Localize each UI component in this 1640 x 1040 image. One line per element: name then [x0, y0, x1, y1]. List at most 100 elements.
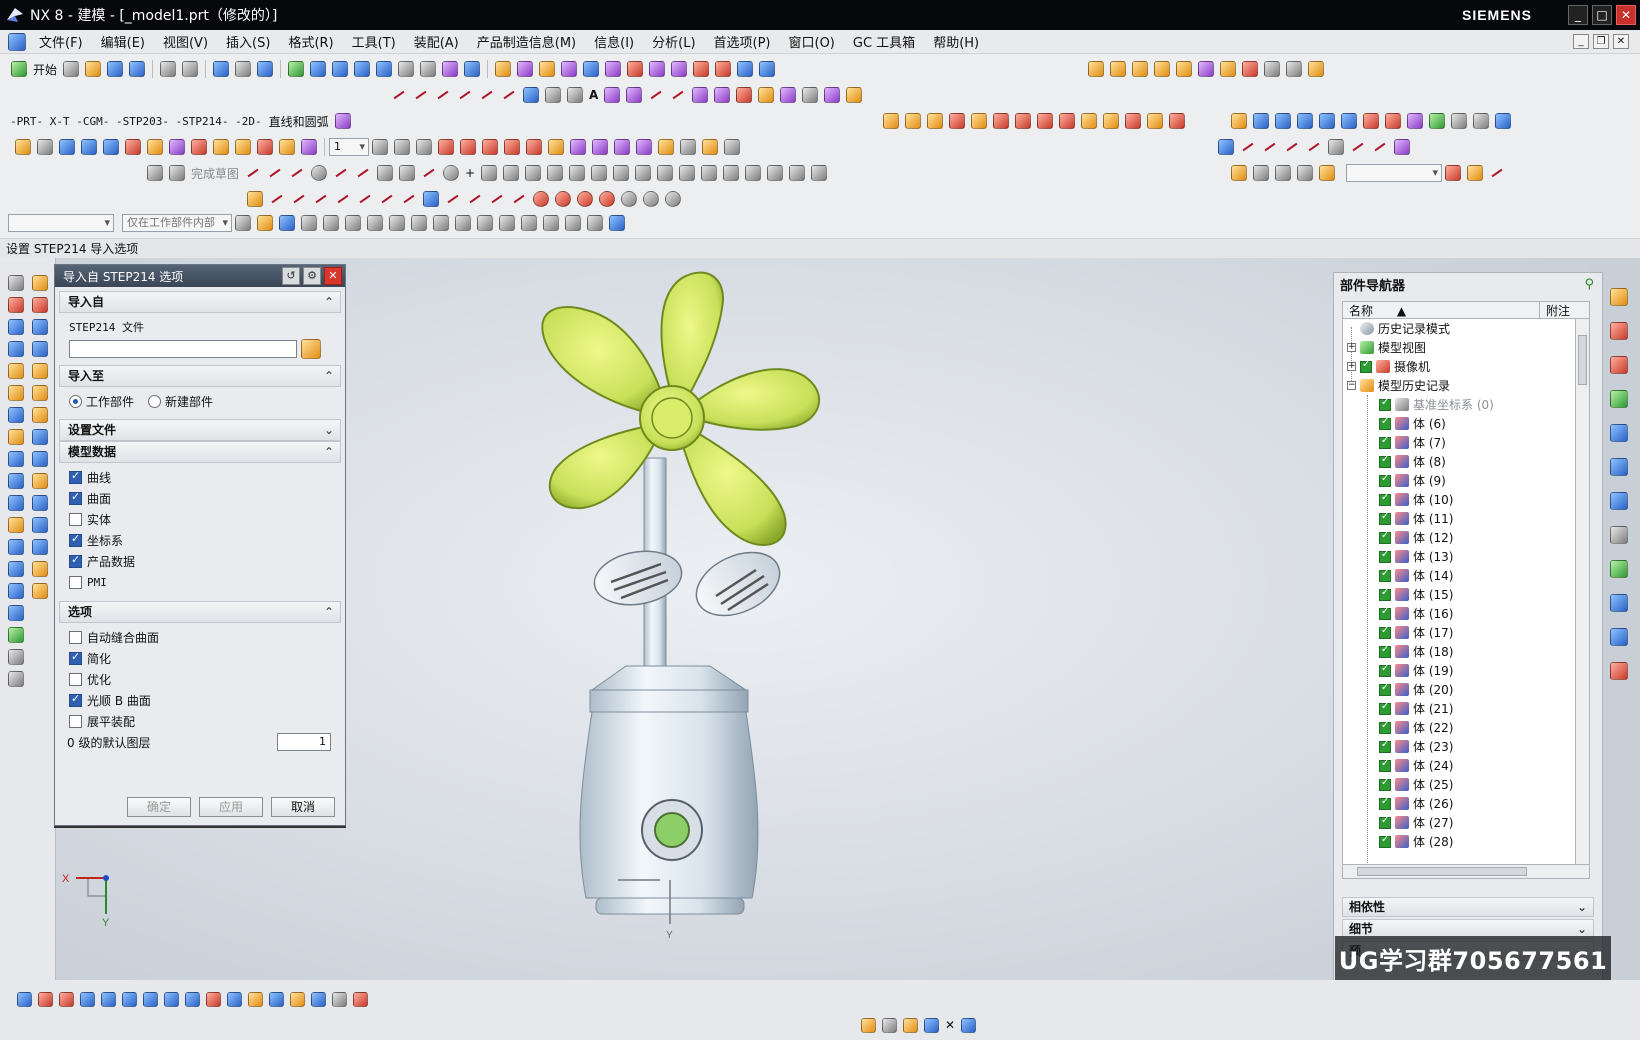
fit-curve-icon[interactable]	[489, 191, 505, 207]
bottom-tool-10-icon[interactable]	[206, 991, 221, 1007]
simplify-checkbox[interactable]	[69, 650, 82, 665]
pad-icon[interactable]	[627, 61, 644, 77]
join-curve-icon[interactable]	[511, 191, 527, 207]
section-import-from[interactable]: 导入自 ⌃	[59, 291, 341, 313]
visibility-checkbox[interactable]	[1379, 473, 1391, 487]
sketch-view-icon[interactable]	[1445, 165, 1461, 181]
divide-curve-icon[interactable]	[335, 191, 351, 207]
bottom-tool-15-icon[interactable]	[311, 991, 326, 1007]
snap-end-icon[interactable]	[389, 215, 405, 231]
collapse-icon[interactable]: ⌃	[324, 366, 334, 386]
orient-view-icon[interactable]	[442, 61, 459, 77]
visibility-checkbox[interactable]	[1379, 416, 1391, 430]
datum-plane-icon[interactable]	[523, 87, 539, 103]
layer-settings-icon[interactable]	[372, 139, 388, 155]
plane-icon[interactable]	[665, 191, 681, 207]
quick-trim-icon[interactable]	[591, 165, 608, 181]
left-tool-17-icon[interactable]	[8, 627, 24, 643]
close-button[interactable]: ✕	[1616, 5, 1636, 25]
point-icon[interactable]	[479, 87, 495, 103]
constraint-icon[interactable]	[1242, 61, 1258, 77]
reset-icon[interactable]: ↺	[282, 267, 300, 285]
fillet-icon[interactable]	[333, 165, 349, 181]
render-style-icon[interactable]	[420, 61, 437, 77]
sketch-group-icon[interactable]	[1231, 165, 1247, 181]
pattern-face-icon[interactable]	[1103, 113, 1119, 129]
copy-icon[interactable]	[235, 61, 252, 77]
tree-item[interactable]: 体 (19)	[1379, 661, 1453, 680]
constrain-face-icon[interactable]	[1125, 113, 1141, 129]
import-filter-text[interactable]: -PRT- X-T -CGM- -STP203- -STP214- -2D-	[10, 115, 262, 128]
tree-item[interactable]: 体 (14)	[1379, 566, 1453, 585]
tree-item[interactable]: − 模型历史记录	[1347, 376, 1450, 395]
collapse-icon[interactable]: ⌃	[324, 602, 334, 622]
assembly-navigator-icon[interactable]	[1610, 288, 1628, 306]
sketch-arc-icon[interactable]	[289, 165, 305, 181]
doc-minimize-button[interactable]: _	[1573, 34, 1589, 49]
explode-icon[interactable]	[1198, 61, 1214, 77]
visibility-checkbox[interactable]	[1379, 492, 1391, 506]
bottom-tool-21-icon[interactable]	[924, 1017, 939, 1033]
arc-icon[interactable]	[435, 87, 451, 103]
bottom-tool-22-icon[interactable]	[961, 1017, 977, 1033]
paste-icon[interactable]	[257, 61, 274, 77]
snap-intersection-icon[interactable]	[455, 215, 471, 231]
tree-item[interactable]: 体 (20)	[1379, 680, 1453, 699]
intersect-icon[interactable]	[737, 61, 754, 77]
section-curve-icon[interactable]	[714, 87, 731, 103]
hole-icon[interactable]	[561, 61, 578, 77]
point-set-icon[interactable]	[501, 87, 517, 103]
curve-analysis-icon[interactable]	[1341, 113, 1357, 129]
edit-parameters-icon[interactable]	[37, 139, 53, 155]
spline-icon[interactable]	[391, 87, 407, 103]
pan-icon[interactable]	[354, 61, 371, 77]
left-tool-05-icon[interactable]	[8, 363, 24, 379]
feature-options-icon[interactable]	[279, 139, 295, 155]
left-tool-09-icon[interactable]	[8, 451, 24, 467]
curve-table-icon[interactable]	[802, 87, 819, 103]
select-all-icon[interactable]	[257, 215, 273, 231]
model-data-solids-row[interactable]: 实体	[69, 509, 111, 529]
model-data-pmi-row[interactable]: PMI	[69, 572, 107, 592]
collapse-icon[interactable]: ⌃	[324, 292, 334, 312]
bottom-close-icon[interactable]: ✕	[945, 1018, 955, 1032]
collapse-icon[interactable]: −	[1347, 381, 1356, 390]
reflection-icon[interactable]	[1385, 113, 1401, 129]
selection-scope-select[interactable]: 仅在工作部件内部	[122, 214, 232, 232]
visibility-checkbox[interactable]	[1379, 568, 1391, 582]
ellipse-icon[interactable]	[567, 87, 583, 103]
trim-corner-icon[interactable]	[313, 191, 329, 207]
project-icon[interactable]	[626, 87, 643, 103]
left-tool-08-icon[interactable]	[8, 429, 24, 445]
sketch-icon[interactable]	[147, 165, 163, 181]
minimize-button[interactable]: _	[1568, 5, 1588, 25]
tree-item[interactable]: 体 (26)	[1379, 794, 1453, 813]
wireframe-icon[interactable]	[398, 61, 415, 77]
visibility-checkbox[interactable]	[1379, 663, 1391, 677]
extract-curve-icon[interactable]	[736, 87, 753, 103]
csys-checkbox[interactable]	[69, 532, 82, 547]
dialog-close-icon[interactable]: ✕	[324, 267, 342, 285]
move-face-icon[interactable]	[883, 113, 899, 129]
undo-icon[interactable]	[160, 61, 177, 77]
hd3d-tools-icon[interactable]	[1610, 424, 1628, 442]
sketch-reattach-icon[interactable]	[1253, 165, 1269, 181]
sketch-name-select[interactable]	[1346, 164, 1442, 182]
bridge-curve-icon[interactable]	[670, 87, 686, 103]
tree-item[interactable]: 体 (27)	[1379, 813, 1453, 832]
tangent-point-icon[interactable]	[577, 191, 593, 207]
bottom-tool-11-icon[interactable]	[227, 991, 242, 1007]
tree-item[interactable]: 体 (22)	[1379, 718, 1453, 737]
visibility-checkbox[interactable]	[1379, 758, 1391, 772]
revolve-icon[interactable]	[517, 61, 534, 77]
bottom-tool-17-icon[interactable]	[353, 991, 368, 1007]
left-tool-18-icon[interactable]	[8, 649, 24, 665]
smooth-spline-icon[interactable]	[423, 191, 439, 207]
remove-parameters-icon[interactable]	[169, 139, 185, 155]
tree-item[interactable]: 体 (18)	[1379, 642, 1453, 661]
line-arc-button[interactable]: 直线和圆弧	[269, 113, 329, 130]
bottom-tool-08-icon[interactable]	[164, 991, 179, 1007]
left-tool-24-icon[interactable]	[32, 363, 48, 379]
visibility-checkbox[interactable]	[1379, 549, 1391, 563]
bottom-tool-13-icon[interactable]	[269, 991, 284, 1007]
